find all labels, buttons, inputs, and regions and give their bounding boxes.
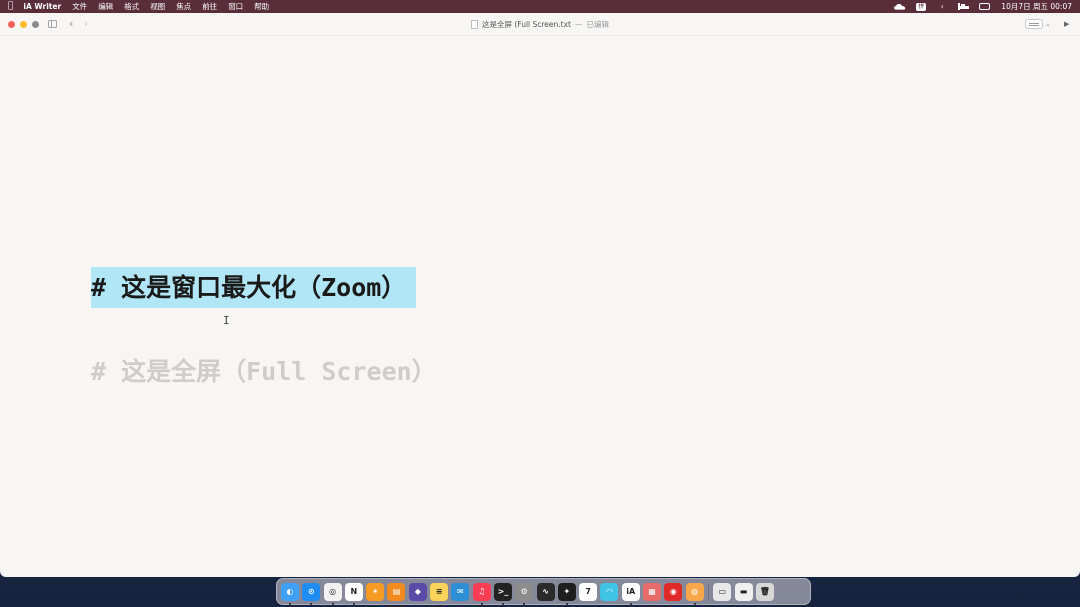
ibeam-cursor-icon: I [223,314,230,327]
mail-icon[interactable]: ✉ [451,582,470,601]
music-icon[interactable]: ♫ [472,582,491,605]
chrome-icon[interactable]: ◎ [323,582,342,605]
document-name: 这是全屏 (Full Screen.txt [481,20,571,29]
trash-icon[interactable]: 🗑 [755,582,774,601]
preview-play-icon[interactable]: ▶ [1064,18,1069,30]
status-area: 拼 ‹ 10月7日 周五 00:07 [894,1,1072,12]
sidebar-toggle-icon[interactable] [48,20,57,28]
menu-bar:  iA Writer 文件 编辑 格式 视图 焦点 前往 窗口 帮助 拼 ‹ … [0,0,1080,13]
menu-edit[interactable]: 编辑 [98,1,113,12]
chevron-down-icon[interactable]: ⌄ [1045,18,1051,30]
maximize-button[interactable] [32,21,39,28]
monitor-icon[interactable]: ∿ [536,582,555,601]
butterfly-icon[interactable]: ✶ [366,582,385,601]
apple-menu-icon[interactable]:  [8,0,13,13]
menu-app-name[interactable]: iA Writer [23,2,61,11]
arrow-icon[interactable]: ‹ [936,2,948,11]
menu-view[interactable]: 视图 [150,1,165,12]
orange-app-icon[interactable]: ◍ [685,582,704,605]
editor-area[interactable]: # 这是窗口最大化（Zoom） I # 这是全屏（Full Screen） [0,36,1080,577]
document-title[interactable]: 这是全屏 (Full Screen.txt — 已编辑 [0,13,1080,36]
dock-divider [707,582,709,601]
minimize-button[interactable] [20,21,27,28]
obsidian-icon[interactable]: ◆ [408,582,427,601]
bed-icon[interactable] [957,3,969,11]
forward-chevron-icon[interactable]: › [84,17,88,31]
terminal-icon[interactable]: >_ [493,582,512,605]
menu-help[interactable]: 帮助 [254,1,269,12]
view-mode-icon[interactable] [1025,19,1043,29]
active-heading[interactable]: # 这是窗口最大化（Zoom） [91,267,417,308]
ia-writer-icon[interactable]: iA [621,582,640,605]
dock: ◐ ⊙ ◎ N ✶ ▤ ◆ ≡ ✉ ♫ >_ ⚙ ∿ ✦ 7 ◠ iA ▦ ◉ ◍ ▭ ▬ 🗑 [276,578,811,605]
close-button[interactable] [8,21,15,28]
menu-go[interactable]: 前往 [202,1,217,12]
traffic-lights [8,21,39,28]
books-icon[interactable]: ▤ [387,582,406,601]
notion-icon[interactable]: N [344,582,363,605]
menu-file[interactable]: 文件 [72,1,87,12]
finder-icon[interactable]: ◐ [281,582,299,605]
grid-icon[interactable]: ▦ [643,582,662,601]
folder-icon[interactable]: ▬ [734,582,753,601]
document-icon [470,20,478,29]
cloud-icon[interactable] [894,3,906,11]
menu-clock[interactable]: 10月7日 周五 00:07 [1001,1,1072,12]
title-separator: — [575,20,583,29]
faded-heading[interactable]: # 这是全屏（Full Screen） [91,351,437,392]
menu-format[interactable]: 格式 [124,1,139,12]
input-source-icon[interactable]: 拼 [915,2,927,11]
app-window: 这是全屏 (Full Screen.txt — 已编辑 ‹ › ⌄ ▶ # 这是… [0,13,1080,577]
netease-icon[interactable]: ◉ [664,582,683,601]
printer-icon[interactable]: ▭ [713,582,732,601]
edited-status: 已编辑 [586,20,610,29]
calendar-icon[interactable]: 7 [579,582,598,601]
settings-icon[interactable]: ⚙ [515,582,534,605]
back-chevron-icon[interactable]: ‹ [69,17,73,31]
tot-icon[interactable]: ◠ [600,582,619,601]
menu-window[interactable]: 窗口 [228,1,243,12]
notes-icon[interactable]: ≡ [430,582,449,601]
safari-icon[interactable]: ⊙ [302,582,321,605]
battery-icon[interactable] [978,3,990,11]
figma-icon[interactable]: ✦ [557,582,576,605]
menu-focus[interactable]: 焦点 [176,1,191,12]
title-bar: 这是全屏 (Full Screen.txt — 已编辑 ‹ › ⌄ ▶ [0,13,1080,36]
